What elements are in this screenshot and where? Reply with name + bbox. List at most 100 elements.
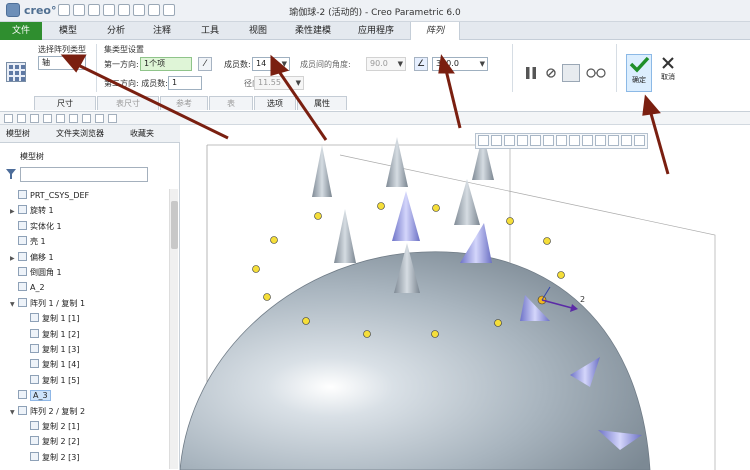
subtab-properties[interactable]: 属性 bbox=[297, 96, 347, 110]
saved-orientations-icon[interactable] bbox=[543, 135, 554, 146]
settings-icon[interactable] bbox=[108, 114, 117, 123]
divider bbox=[616, 44, 617, 92]
pattern-marker[interactable] bbox=[377, 202, 385, 210]
repaint-icon[interactable] bbox=[517, 135, 528, 146]
pattern-marker[interactable] bbox=[252, 265, 260, 273]
tab-favorites[interactable]: 收藏夹 bbox=[130, 128, 154, 139]
feature-icon bbox=[18, 251, 27, 261]
zoom-in-icon[interactable] bbox=[491, 135, 502, 146]
tree-item-label: A_3 bbox=[30, 390, 51, 402]
annotation-display-icon[interactable] bbox=[595, 135, 606, 146]
tree-item[interactable]: 复制 1 [1] bbox=[22, 312, 80, 326]
navigator-tabs: 模型树 文件夹浏览器 收藏夹 bbox=[0, 125, 180, 143]
save-icon[interactable] bbox=[30, 114, 39, 123]
close-window-icon[interactable] bbox=[95, 114, 104, 123]
tree-filter-input[interactable] bbox=[20, 167, 148, 182]
undo-icon[interactable] bbox=[43, 114, 52, 123]
appearance-icon[interactable] bbox=[621, 135, 632, 146]
subtab-tables[interactable]: 表 bbox=[209, 96, 253, 110]
angle-range-field[interactable]: 360.0 ▼ bbox=[432, 57, 488, 71]
pattern-marker[interactable] bbox=[506, 217, 514, 225]
angle-range-icon[interactable]: ∠ bbox=[414, 57, 428, 71]
tab-analysis[interactable]: 分析 bbox=[96, 22, 136, 40]
pattern-type-select[interactable]: 轴 ▼ bbox=[38, 56, 86, 70]
tab-model-tree[interactable]: 模型树 bbox=[6, 128, 30, 139]
pattern-marker[interactable] bbox=[431, 330, 439, 338]
expand-arrow-icon[interactable]: ▼ bbox=[10, 406, 18, 420]
tree-item[interactable]: 复制 2 [2] bbox=[22, 435, 80, 449]
window-icon[interactable] bbox=[82, 114, 91, 123]
pattern-marker[interactable] bbox=[494, 319, 502, 327]
pause-icon[interactable] bbox=[524, 66, 538, 82]
tab-folder-browser[interactable]: 文件夹浏览器 bbox=[56, 128, 104, 139]
tab-flexible-modeling[interactable]: 柔性建模 bbox=[288, 22, 338, 40]
pattern-marker[interactable] bbox=[263, 293, 271, 301]
tree-item[interactable]: 复制 1 [5] bbox=[22, 374, 80, 388]
tree-item[interactable]: A_3 bbox=[10, 389, 51, 403]
confirm-button[interactable]: 确定 bbox=[626, 54, 652, 92]
tree-item[interactable]: 复制 1 [3] bbox=[22, 343, 80, 357]
tree-scrollbar[interactable] bbox=[169, 189, 178, 469]
subtab-references[interactable]: 参考 bbox=[160, 96, 208, 110]
tab-view[interactable]: 视图 bbox=[238, 22, 278, 40]
tree-item[interactable]: ▼ 阵列 1 / 复制 1 bbox=[10, 297, 85, 311]
tab-file[interactable]: 文件 bbox=[0, 22, 42, 40]
tree-item[interactable]: 复制 1 [2] bbox=[22, 328, 80, 342]
flip-direction-icon[interactable]: ⁄ bbox=[198, 57, 212, 71]
tree-item[interactable]: ▶ 偏移 1 bbox=[10, 251, 54, 265]
no-preview-icon[interactable] bbox=[546, 68, 556, 80]
pattern-preview-icon[interactable] bbox=[562, 64, 580, 82]
tree-item[interactable]: 倒圆角 1 bbox=[10, 266, 62, 280]
cancel-button[interactable]: 取消 bbox=[656, 56, 680, 92]
pattern-marker[interactable] bbox=[557, 271, 565, 279]
new-icon[interactable] bbox=[4, 114, 13, 123]
open-icon[interactable] bbox=[17, 114, 26, 123]
pattern-marker[interactable] bbox=[314, 212, 322, 220]
pattern-marker[interactable] bbox=[363, 330, 371, 338]
expand-arrow-icon[interactable]: ▼ bbox=[10, 298, 18, 312]
section-icon[interactable] bbox=[634, 135, 645, 146]
tree-item[interactable]: ▼ 阵列 2 / 复制 2 bbox=[10, 405, 85, 419]
tree-item[interactable]: A_2 bbox=[10, 281, 45, 295]
pattern-marker[interactable] bbox=[302, 317, 310, 325]
redo-icon[interactable] bbox=[56, 114, 65, 123]
filter-icon[interactable] bbox=[6, 169, 16, 179]
display-style-icon[interactable] bbox=[530, 135, 541, 146]
view-manager-icon[interactable] bbox=[556, 135, 567, 146]
tree-item-label: PRT_CSYS_DEF bbox=[30, 191, 90, 200]
tree-item[interactable]: PRT_CSYS_DEF bbox=[10, 189, 89, 203]
tree-item[interactable]: 壳 1 bbox=[10, 235, 46, 249]
refit-icon[interactable] bbox=[478, 135, 489, 146]
expand-arrow-icon[interactable]: ▶ bbox=[10, 252, 18, 266]
tree-item[interactable]: ▶ 旋转 1 bbox=[10, 204, 54, 218]
feature-icon bbox=[30, 359, 39, 369]
expand-arrow-icon[interactable]: ▶ bbox=[10, 205, 18, 219]
tab-applications[interactable]: 应用程序 bbox=[350, 22, 402, 40]
zoom-out-icon[interactable] bbox=[504, 135, 515, 146]
member-count-field[interactable]: 14 ▼ bbox=[252, 57, 290, 71]
datum-display-icon[interactable] bbox=[582, 135, 593, 146]
pattern-marker[interactable] bbox=[543, 237, 551, 245]
pattern-marker[interactable] bbox=[432, 204, 440, 212]
pattern-marker[interactable] bbox=[270, 236, 278, 244]
perspective-icon[interactable] bbox=[569, 135, 580, 146]
subtab-dimensions[interactable]: 尺寸 bbox=[34, 96, 96, 110]
spin-center-icon[interactable] bbox=[608, 135, 619, 146]
scrollbar-thumb[interactable] bbox=[171, 201, 178, 249]
pattern-ribbon: 选择阵列类型 轴 ▼ 集类型设置 第一方向: 1个项 ⁄ 成员数: 14 ▼ 成… bbox=[0, 40, 750, 112]
tree-item[interactable]: 实体化 1 bbox=[10, 220, 62, 234]
first-direction-field[interactable]: 1个项 bbox=[140, 57, 192, 71]
tree-item[interactable]: 复制 2 [1] bbox=[22, 420, 80, 434]
subtab-options[interactable]: 选项 bbox=[254, 96, 296, 110]
tab-model[interactable]: 模型 bbox=[48, 22, 88, 40]
tab-tools[interactable]: 工具 bbox=[190, 22, 230, 40]
regenerate-icon[interactable] bbox=[69, 114, 78, 123]
tree-item[interactable]: 复制 2 [3] bbox=[22, 451, 80, 465]
glasses-icon[interactable] bbox=[586, 66, 606, 80]
graphics-viewport[interactable]: 2 bbox=[180, 125, 750, 470]
tab-pattern[interactable]: 阵列 bbox=[410, 22, 460, 41]
second-direction-field[interactable]: 1 bbox=[168, 76, 202, 90]
tab-annotate[interactable]: 注释 bbox=[142, 22, 182, 40]
subtab-table-dimensions[interactable]: 表尺寸 bbox=[97, 96, 159, 110]
tree-item[interactable]: 复制 1 [4] bbox=[22, 358, 80, 372]
